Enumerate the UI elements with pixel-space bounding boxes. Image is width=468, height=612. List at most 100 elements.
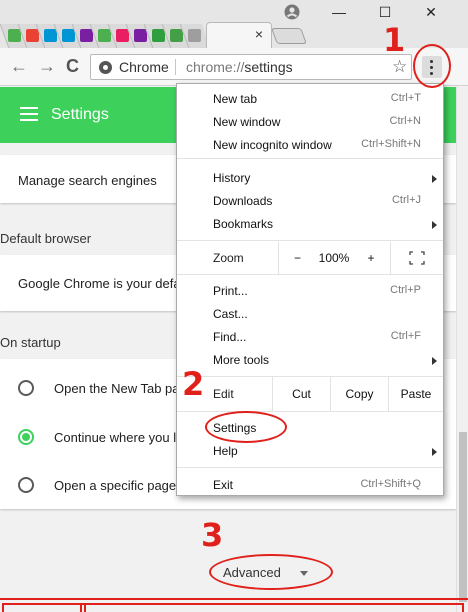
radio-new-tab[interactable] xyxy=(18,380,34,396)
menu-item-label: Bookmarks xyxy=(213,217,274,231)
startup-option-label[interactable]: Open the New Tab pa xyxy=(54,381,180,396)
menu-separator xyxy=(177,274,443,275)
hamburger-menu-icon[interactable] xyxy=(20,107,38,121)
step-1-highlight xyxy=(413,44,451,88)
radio-specific-page[interactable] xyxy=(18,477,34,493)
document-icon xyxy=(188,29,201,42)
step-1-marker: 1 xyxy=(383,21,406,59)
submenu-arrow-icon xyxy=(432,175,437,183)
default-browser-heading: Default browser xyxy=(0,231,92,246)
chart-icon xyxy=(134,29,147,42)
zoom-out-button[interactable]: − xyxy=(278,242,316,274)
menu-item-label: Cast... xyxy=(213,307,248,321)
submenu-arrow-icon xyxy=(432,221,437,229)
browser-window: × — ☐ ✕ ← → C Chrome chrome://settings ☆ xyxy=(0,0,468,612)
menu-item-print[interactable]: Print... Ctrl+P xyxy=(177,280,443,303)
menu-separator xyxy=(177,158,443,159)
menu-item-downloads[interactable]: Downloads Ctrl+J xyxy=(177,190,443,213)
step-2-highlight xyxy=(205,411,287,443)
menu-item-edit: Edit Cut Copy Paste xyxy=(177,377,443,411)
step-3-highlight xyxy=(209,554,333,590)
menu-item-label: History xyxy=(213,171,251,185)
menu-item-exit[interactable]: Exit Ctrl+Shift+Q xyxy=(177,474,443,497)
profile-icon[interactable] xyxy=(284,4,300,20)
back-button[interactable]: ← xyxy=(10,56,28,77)
paste-button[interactable]: Paste xyxy=(388,377,443,411)
submenu-arrow-icon xyxy=(432,357,437,365)
forward-button[interactable]: → xyxy=(38,56,56,77)
maps-icon xyxy=(98,29,111,42)
menu-item-cast[interactable]: Cast... xyxy=(177,303,443,326)
maps-icon xyxy=(8,29,21,42)
step-3-marker: 3 xyxy=(201,516,224,554)
new-tab-button[interactable] xyxy=(271,28,307,44)
shortcut-text: Ctrl+F xyxy=(390,330,421,342)
menu-item-new-incognito[interactable]: New incognito window Ctrl+Shift+N xyxy=(177,134,443,157)
site-chip: Chrome xyxy=(119,59,169,75)
divider xyxy=(175,59,176,75)
copy-button[interactable]: Copy xyxy=(330,377,388,411)
address-bar[interactable]: Chrome chrome://settings xyxy=(90,54,412,80)
shortcut-text: Ctrl+Shift+N xyxy=(361,138,421,150)
menu-separator xyxy=(177,411,443,412)
menu-item-help[interactable]: Help xyxy=(177,440,443,463)
menu-item-label: Print... xyxy=(213,284,248,298)
frame-border xyxy=(2,603,464,612)
menu-item-label: Exit xyxy=(213,478,234,492)
hp-icon xyxy=(44,29,57,42)
menu-item-new-tab[interactable]: New tab Ctrl+T xyxy=(177,88,443,111)
radio-continue[interactable] xyxy=(18,429,34,445)
menu-item-label: Help xyxy=(213,444,238,458)
url-scheme: chrome:// xyxy=(186,59,245,75)
dollar-icon xyxy=(170,29,183,42)
menu-item-zoom: Zoom − 100% + xyxy=(177,242,443,274)
fullscreen-icon xyxy=(409,251,425,265)
close-window-button[interactable]: ✕ xyxy=(408,4,454,21)
chrome-icon xyxy=(99,61,112,74)
cut-button[interactable]: Cut xyxy=(272,377,330,411)
shortcut-text: Ctrl+J xyxy=(391,194,421,206)
chart-icon xyxy=(80,29,93,42)
menu-separator xyxy=(177,467,443,468)
default-browser-text: Google Chrome is your defa xyxy=(18,276,181,291)
minimize-button[interactable]: — xyxy=(316,4,362,20)
download-icon xyxy=(152,29,165,42)
url-text: chrome://settings xyxy=(186,59,293,75)
menu-separator xyxy=(177,240,443,241)
startup-option-label[interactable]: Open a specific page xyxy=(54,478,176,493)
scrollbar-thumb[interactable] xyxy=(459,432,467,602)
windows-icon xyxy=(116,29,129,42)
menu-item-new-window[interactable]: New window Ctrl+N xyxy=(177,111,443,134)
submenu-arrow-icon xyxy=(432,448,437,456)
manage-search-engines-link[interactable]: Manage search engines xyxy=(18,173,157,188)
menu-item-find[interactable]: Find... Ctrl+F xyxy=(177,326,443,349)
maximize-button[interactable]: ☐ xyxy=(362,4,408,21)
menu-item-history[interactable]: History xyxy=(177,167,443,190)
step-2-marker: 2 xyxy=(182,365,205,403)
startup-option-label[interactable]: Continue where you l xyxy=(54,430,176,445)
frame-divider xyxy=(80,603,86,612)
bottom-frame xyxy=(0,598,468,612)
zoom-level: 100% xyxy=(318,251,350,265)
on-startup-heading: On startup xyxy=(0,335,61,350)
page-title: Settings xyxy=(51,106,109,123)
menu-item-label: New incognito window xyxy=(213,138,332,152)
menu-item-label: New tab xyxy=(213,92,258,106)
menu-item-more-tools[interactable]: More tools xyxy=(177,349,443,372)
menu-item-bookmarks[interactable]: Bookmarks xyxy=(177,213,443,236)
active-tab[interactable]: × xyxy=(206,22,272,48)
reload-button[interactable]: C xyxy=(66,56,79,77)
url-path: settings xyxy=(244,59,293,75)
scrollbar[interactable] xyxy=(456,87,468,612)
browser-tab[interactable] xyxy=(179,24,211,48)
zoom-label: Zoom xyxy=(213,251,244,265)
bookmark-star-icon[interactable]: ☆ xyxy=(392,57,407,77)
shortcut-text: Ctrl+P xyxy=(390,284,421,296)
menu-item-label: Find... xyxy=(213,330,247,344)
close-tab-icon[interactable]: × xyxy=(255,26,263,42)
shortcut-text: Ctrl+T xyxy=(390,92,421,104)
zoom-in-button[interactable]: + xyxy=(352,242,390,274)
menu-item-label: More tools xyxy=(213,353,270,367)
shortcut-text: Ctrl+N xyxy=(389,115,421,127)
menu-item-label: Downloads xyxy=(213,194,273,208)
